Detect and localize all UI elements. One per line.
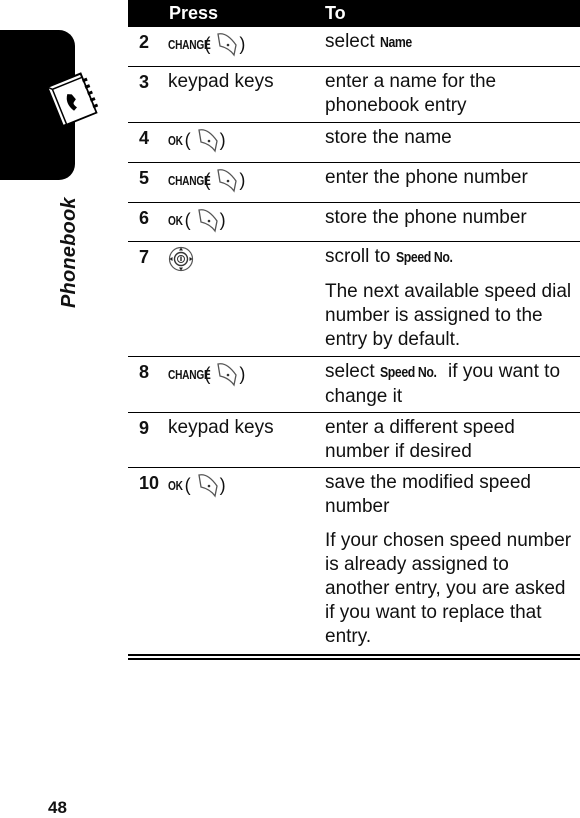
close-paren: ) — [219, 129, 226, 150]
table-row: 6 OK( ) store the phone number — [128, 202, 580, 233]
press-cell: CHANGE( ) — [168, 167, 245, 193]
open-paren: ( — [184, 474, 196, 495]
table-row: 10 OK( ) save the modified speed number If … — [128, 467, 580, 647]
step-number: 6 — [139, 208, 150, 228]
press-text: keypad keys — [168, 417, 274, 438]
soft-key-label: OK — [168, 132, 183, 148]
instruction-text: enter a different speed number if desire… — [325, 417, 515, 462]
press-cell: CHANGE( ) — [168, 361, 245, 387]
to-cell: select Name — [325, 30, 575, 65]
to-cell: store the name — [325, 126, 575, 160]
menu-item-keyword: Name — [379, 34, 412, 51]
press-text: keypad keys — [168, 71, 274, 92]
right-soft-key-icon — [215, 31, 239, 57]
instruction-text: select Speed No. if you want to change i… — [325, 361, 561, 407]
menu-item-keyword: Speed No. — [395, 249, 453, 266]
close-paren: ) — [239, 33, 246, 54]
soft-key-label: OK — [168, 212, 183, 228]
instruction-text: The next available speed dial number is … — [325, 281, 572, 350]
close-paren: ) — [239, 169, 246, 190]
step-number: 8 — [139, 362, 150, 382]
step-number: 10 — [139, 473, 160, 493]
table-row: 8 CHANGE( ) select Speed No. if you want t… — [128, 356, 580, 407]
table-row: 9 keypad keys enter a different speed numb… — [128, 412, 580, 462]
press-cell: keypad keys — [168, 71, 274, 93]
right-soft-key-icon — [196, 127, 220, 153]
to-cell: enter a name for the phonebook entry — [325, 70, 575, 128]
section-title: Phonebook — [58, 197, 80, 308]
instruction-text: save the modified speed number — [325, 472, 531, 517]
to-cell: enter the phone number — [325, 166, 575, 200]
close-paren: ) — [239, 363, 246, 384]
instruction-text: select Name — [325, 30, 575, 55]
press-cell: OK( ) — [168, 127, 226, 153]
close-paren: ) — [219, 474, 226, 495]
step-number: 4 — [139, 128, 150, 148]
press-cell: keypad keys — [168, 417, 274, 439]
to-cell: select Speed No. if you want to change i… — [325, 360, 575, 419]
soft-key-label: CHANGE — [168, 366, 211, 382]
step-number: 2 — [139, 32, 150, 52]
instruction-text: enter the phone number — [325, 167, 528, 188]
table-header: Press To — [128, 0, 580, 27]
instruction-table: Press To 2 CHANGE( ) select Name 3 keypad ke… — [128, 0, 580, 647]
instruction-text: store the name — [325, 127, 452, 148]
right-soft-key-icon — [215, 167, 239, 193]
close-paren: ) — [219, 209, 226, 230]
to-cell: store the phone number — [325, 206, 575, 240]
instruction-text: store the phone number — [325, 207, 527, 228]
right-soft-key-icon — [196, 207, 220, 233]
instruction-text: If your chosen speed number is already a… — [325, 530, 572, 647]
open-paren: ( — [184, 209, 196, 230]
table-row: 4 OK( ) store the name — [128, 122, 580, 153]
phonebook-icon — [45, 72, 99, 128]
table-row: 3 keypad keys enter a name for the phonebo… — [128, 66, 580, 116]
to-cell: enter a different speed number if desire… — [325, 416, 575, 474]
soft-key-label: OK — [168, 477, 183, 493]
open-paren: ( — [184, 129, 196, 150]
step-number: 3 — [139, 72, 150, 92]
table-row: 7 scroll to Speed No. The next available s… — [128, 241, 580, 350]
press-cell: OK( ) — [168, 472, 226, 498]
right-soft-key-icon — [215, 361, 239, 387]
table-end-rule — [128, 658, 580, 660]
page-number: 48 — [48, 798, 67, 817]
press-cell: CHANGE( ) — [168, 31, 245, 57]
to-cell: save the modified speed number If your ch… — [325, 471, 575, 659]
press-cell — [168, 246, 194, 278]
step-number: 9 — [139, 418, 150, 438]
right-soft-key-icon — [196, 472, 220, 498]
step-number: 5 — [139, 168, 150, 188]
header-press: Press — [169, 3, 219, 23]
header-to: To — [325, 3, 346, 23]
navigation-key-icon — [168, 246, 194, 278]
to-cell: scroll to Speed No. The next available sp… — [325, 245, 575, 362]
instruction-text: scroll to Speed No. — [325, 245, 575, 270]
soft-key-label: CHANGE — [168, 172, 211, 188]
soft-key-label: CHANGE — [168, 36, 211, 52]
table-end-rule — [128, 654, 580, 656]
instruction-text: enter a name for the phonebook entry — [325, 71, 497, 116]
table-row: 5 CHANGE( ) enter the phone number — [128, 162, 580, 193]
press-cell: OK( ) — [168, 207, 226, 233]
step-number: 7 — [139, 247, 150, 267]
menu-item-keyword: Speed No. — [379, 364, 437, 381]
